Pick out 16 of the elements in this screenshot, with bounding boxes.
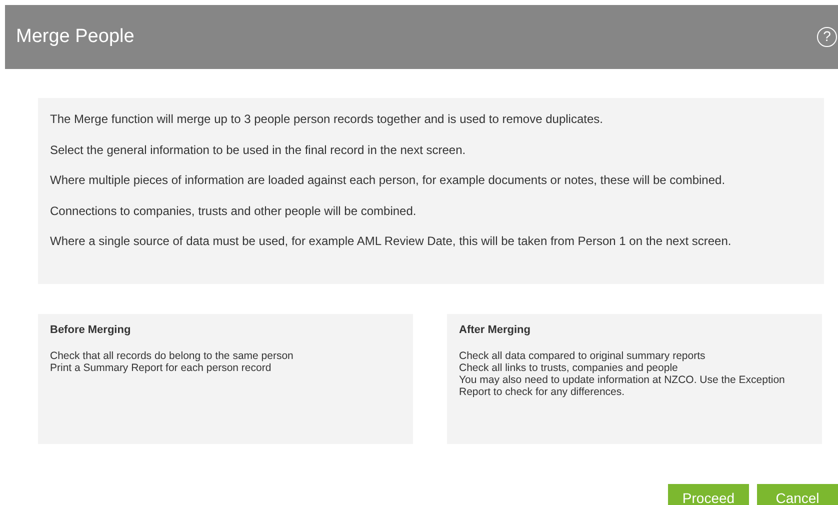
cancel-button[interactable]: Cancel bbox=[757, 484, 838, 505]
info-text: Connections to companies, trusts and other people will be combined. bbox=[50, 202, 418, 220]
info-text: Select the general information to be used in the final record in the next screen. bbox=[50, 142, 467, 159]
page-title: Merge People bbox=[16, 24, 134, 49]
help-icon[interactable]: ? bbox=[817, 27, 837, 47]
card-text: Check that all records do belong to the same person bbox=[50, 350, 294, 362]
card-title: After Merging bbox=[459, 323, 532, 338]
info-text: The Merge function will merge up to 3 people person records together and is used to remove duplicates. bbox=[50, 111, 604, 128]
card-text: Check all links to trusts, companies and people bbox=[459, 362, 679, 374]
proceed-button[interactable]: Proceed bbox=[668, 484, 749, 505]
card-text: You may also need to update information at NZCO. Use the Exception Report to check for any differences. bbox=[459, 374, 786, 398]
info-text: Where a single source of data must be used, for example AML Review Date, this will be taken from Person 1 on the next screen. bbox=[50, 233, 732, 250]
card-text: Print a Summary Report for each person record bbox=[50, 362, 272, 374]
info-text: Where multiple pieces of information are loaded against each person, for example documents or notes, these will be combined. bbox=[50, 172, 726, 190]
card-text: Check all data compared to original summary reports bbox=[459, 350, 706, 362]
card-title: Before Merging bbox=[50, 323, 132, 338]
